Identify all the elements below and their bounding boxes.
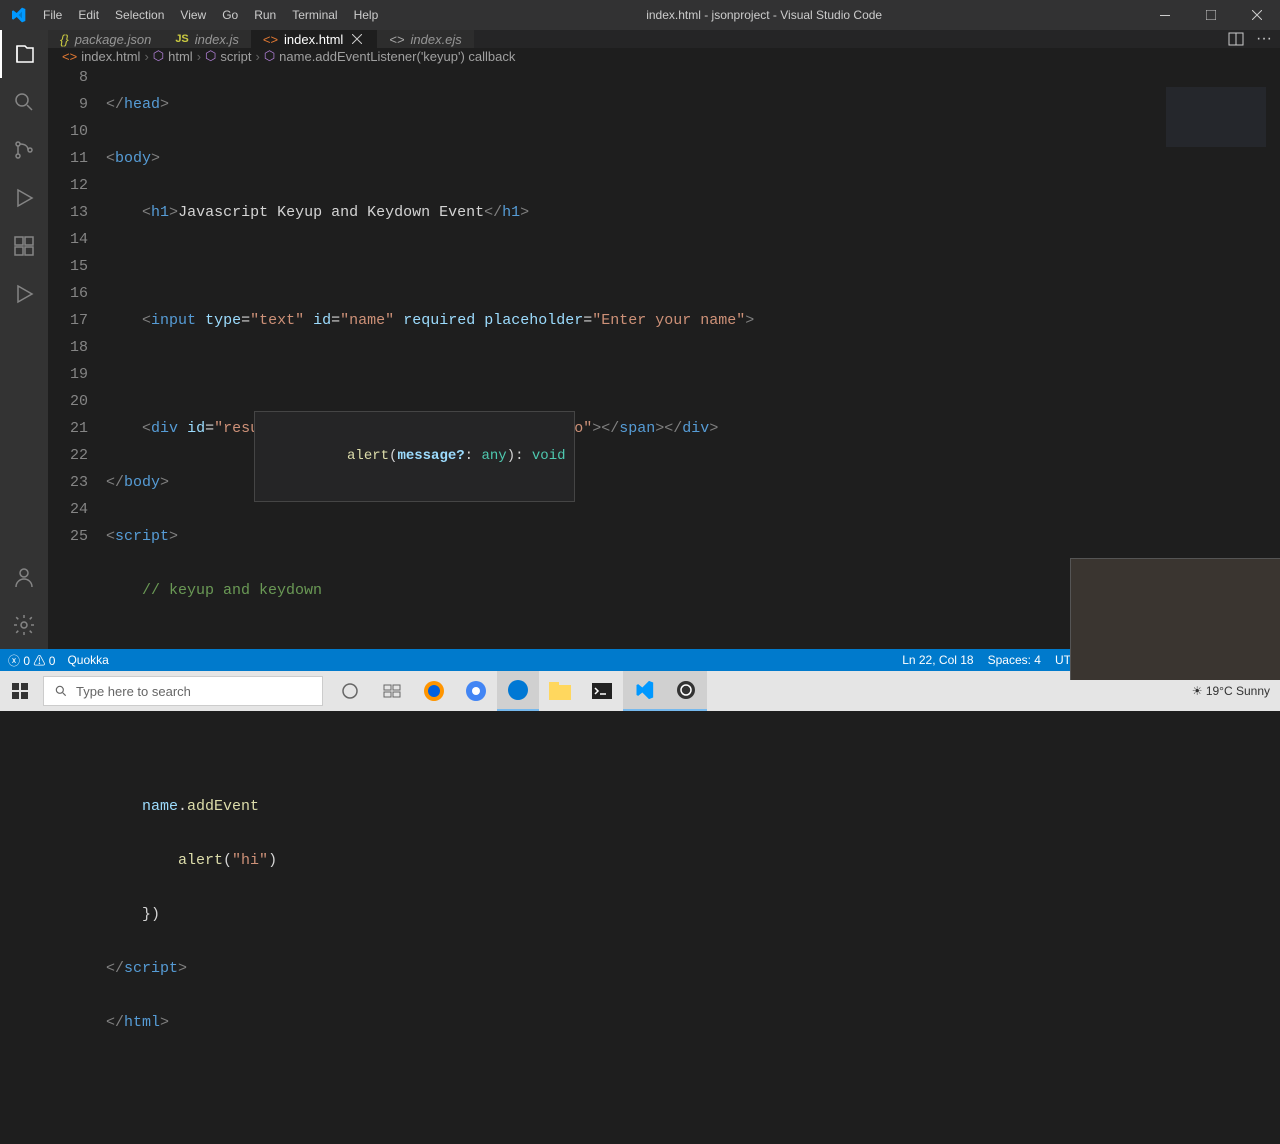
minimize-button[interactable] (1142, 0, 1188, 30)
search-placeholder: Type here to search (76, 684, 191, 699)
tab-index-html[interactable]: <> index.html (251, 30, 377, 48)
html-icon: <> (62, 49, 77, 64)
activity-bar (0, 30, 48, 649)
source-control-icon[interactable] (0, 126, 48, 174)
system-tray[interactable]: ☀ 19°C Sunny (1192, 684, 1280, 698)
chevron-right-icon: › (197, 49, 201, 64)
breadcrumbs[interactable]: <> index.html › ⬡ html › ⬡ script › ⬡ na… (48, 48, 1280, 64)
editor-tabs: {} package.json JS index.js <> index.htm… (48, 30, 1280, 48)
close-button[interactable] (1234, 0, 1280, 30)
chevron-right-icon: › (144, 49, 148, 64)
accounts-icon[interactable] (0, 553, 48, 601)
start-button[interactable] (0, 671, 40, 711)
tab-label: index.html (284, 32, 343, 47)
breadcrumb-item[interactable]: html (168, 49, 193, 64)
menu-run[interactable]: Run (246, 0, 284, 30)
window-title: index.html - jsonproject - Visual Studio… (386, 8, 1142, 22)
extensions-icon[interactable] (0, 222, 48, 270)
split-editor-icon[interactable] (1228, 31, 1244, 47)
menu-file[interactable]: File (35, 0, 70, 30)
tab-label: index.js (195, 32, 239, 47)
file-explorer-icon[interactable] (539, 671, 581, 711)
line-numbers: 8910111213141516171819202122232425 (48, 64, 106, 1144)
obs-icon[interactable] (665, 671, 707, 711)
symbol-icon: ⬡ (153, 48, 164, 64)
edge-icon[interactable] (497, 671, 539, 711)
settings-icon[interactable] (0, 601, 48, 649)
menu-help[interactable]: Help (346, 0, 387, 30)
task-view-icon[interactable] (371, 671, 413, 711)
tab-label: index.ejs (410, 32, 461, 47)
warning-icon: ⚠ (33, 654, 45, 668)
taskbar-search[interactable]: Type here to search (43, 676, 323, 706)
tab-index-ejs[interactable]: <> index.ejs (377, 30, 474, 48)
ejs-icon: <> (389, 32, 404, 47)
vscode-logo-icon (0, 7, 35, 23)
signature-help-tooltip: alert(message?: any): void (254, 411, 575, 502)
menu-edit[interactable]: Edit (70, 0, 107, 30)
chevron-right-icon: › (255, 49, 259, 64)
error-icon: ⓧ (8, 654, 20, 668)
menu-terminal[interactable]: Terminal (284, 0, 345, 30)
symbol-icon: ⬡ (264, 48, 275, 64)
breadcrumb-item[interactable]: script (220, 49, 251, 64)
run-arrow-icon[interactable] (0, 270, 48, 318)
tab-package-json[interactable]: {} package.json (48, 30, 163, 48)
terminal-icon[interactable] (581, 671, 623, 711)
firefox-icon[interactable] (413, 671, 455, 711)
explorer-icon[interactable] (0, 30, 48, 78)
breadcrumb-item[interactable]: index.html (81, 49, 140, 64)
html-icon: <> (263, 32, 278, 47)
search-icon (54, 684, 68, 698)
webcam-overlay (1070, 558, 1280, 680)
cortana-icon[interactable] (329, 671, 371, 711)
window-controls (1142, 0, 1280, 30)
close-icon[interactable] (349, 31, 365, 47)
js-icon: JS (175, 33, 188, 45)
tab-index-js[interactable]: JS index.js (163, 30, 251, 48)
menu-go[interactable]: Go (214, 0, 246, 30)
menu-bar: File Edit Selection View Go Run Terminal… (35, 0, 386, 30)
menu-selection[interactable]: Selection (107, 0, 172, 30)
braces-icon: {} (60, 32, 69, 47)
menu-view[interactable]: View (172, 0, 214, 30)
tab-label: package.json (75, 32, 152, 47)
search-icon[interactable] (0, 78, 48, 126)
minimap[interactable] (1166, 87, 1266, 187)
titlebar: File Edit Selection View Go Run Terminal… (0, 0, 1280, 30)
symbol-icon: ⬡ (205, 48, 216, 64)
run-debug-icon[interactable] (0, 174, 48, 222)
more-actions-icon[interactable]: ··· (1256, 30, 1272, 48)
maximize-button[interactable] (1188, 0, 1234, 30)
chrome-icon[interactable] (455, 671, 497, 711)
vscode-taskbar-icon[interactable] (623, 671, 665, 711)
weather-widget[interactable]: ☀ 19°C Sunny (1192, 684, 1270, 698)
breadcrumb-item[interactable]: name.addEventListener('keyup') callback (279, 49, 515, 64)
